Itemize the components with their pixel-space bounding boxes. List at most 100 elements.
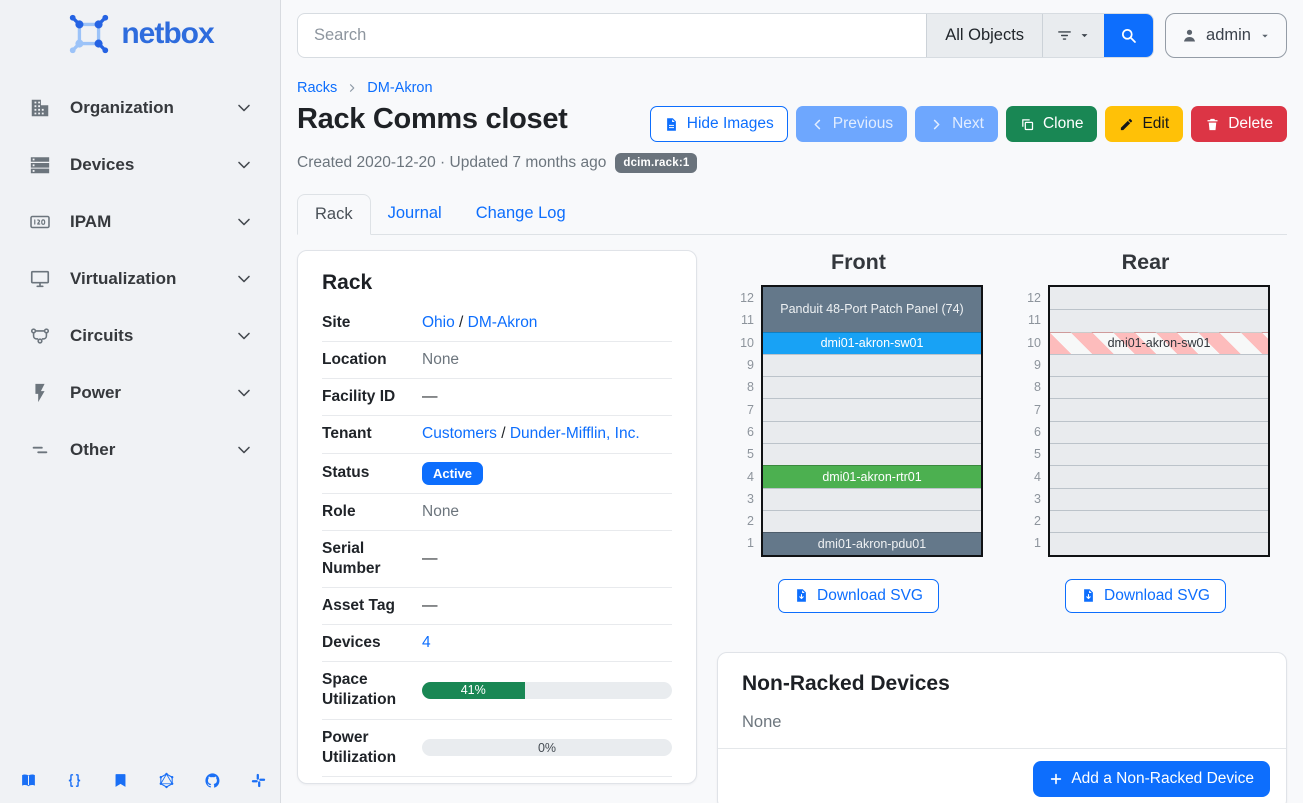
rack-unit-device[interactable]: dmi01-akron-pdu01 <box>763 532 981 554</box>
chevron-down-icon <box>234 326 254 346</box>
field-value: — <box>422 388 438 405</box>
chevron-down-icon <box>234 383 254 403</box>
rack-unit-empty[interactable] <box>763 398 981 420</box>
unit-number: 3 <box>734 488 754 510</box>
tab-journal[interactable]: Journal <box>371 194 459 235</box>
action-buttons: Hide Images Previous Next Clone Edit Del… <box>650 106 1287 142</box>
all-objects-button[interactable]: All Objects <box>926 14 1042 57</box>
chevron-right-icon <box>929 117 944 132</box>
hide-images-label: Hide Images <box>687 115 774 133</box>
rack-unit-device[interactable]: dmi01-akron-sw01 <box>1050 332 1268 354</box>
github-icon[interactable] <box>204 772 221 789</box>
download-svg-label: Download SVG <box>1104 587 1210 605</box>
sidebar-item-circuits[interactable]: Circuits <box>0 307 280 364</box>
bookmark-icon[interactable] <box>112 772 129 789</box>
unit-numbers: 121110987654321 <box>734 285 754 557</box>
rack-unit-empty[interactable] <box>763 510 981 532</box>
rack-unit-empty[interactable] <box>1050 510 1268 532</box>
graphql-icon[interactable] <box>158 772 175 789</box>
rack-unit-device[interactable]: Panduit 48-Port Patch Panel (74) <box>763 287 981 332</box>
add-non-racked-device-button[interactable]: Add a Non-Racked Device <box>1033 761 1270 797</box>
field-link[interactable]: Dunder-Mifflin, Inc. <box>510 425 640 442</box>
rack-unit-device[interactable]: dmi01-akron-sw01 <box>763 332 981 354</box>
rack-unit-empty[interactable] <box>1050 465 1268 487</box>
rack-unit-empty[interactable] <box>1050 532 1268 554</box>
breadcrumb: Racks DM-Akron <box>297 80 1287 96</box>
field-label: Serial Number <box>322 530 414 587</box>
rack-unit-empty[interactable] <box>763 443 981 465</box>
unit-number: 10 <box>734 332 754 354</box>
field-row: Space Utilization41% <box>322 662 672 719</box>
rack-unit-empty[interactable] <box>763 421 981 443</box>
clone-button[interactable]: Clone <box>1006 106 1098 142</box>
ipam-counter-icon <box>29 211 51 233</box>
tab-rack[interactable]: Rack <box>297 194 371 235</box>
netbox-logo[interactable]: netbox <box>0 0 280 63</box>
previous-button[interactable]: Previous <box>796 106 907 142</box>
field-link[interactable]: DM-Akron <box>468 314 538 331</box>
rack-unit-empty[interactable] <box>1050 488 1268 510</box>
tab-change-log[interactable]: Change Log <box>459 194 583 235</box>
unit-number: 11 <box>734 309 754 331</box>
code-braces-icon[interactable] <box>66 772 83 789</box>
breadcrumb-link[interactable]: DM-Akron <box>367 80 432 96</box>
clone-label: Clone <box>1043 115 1084 133</box>
rack-unit-empty[interactable] <box>763 354 981 376</box>
hide-images-button[interactable]: Hide Images <box>650 106 788 142</box>
rack-unit-empty[interactable] <box>1050 287 1268 309</box>
rack-unit-device[interactable]: dmi01-akron-rtr01 <box>763 465 981 487</box>
next-button[interactable]: Next <box>915 106 998 142</box>
edit-button[interactable]: Edit <box>1105 106 1183 142</box>
sidebar-footer-links <box>20 772 267 789</box>
filter-button[interactable] <box>1042 14 1104 57</box>
rack-unit-empty[interactable] <box>1050 421 1268 443</box>
file-image-icon <box>664 117 679 132</box>
rack-unit-empty[interactable] <box>1050 376 1268 398</box>
netbox-logo-text: netbox <box>121 17 213 51</box>
trash-icon <box>1205 117 1220 132</box>
rack-unit-empty[interactable] <box>1050 354 1268 376</box>
sidebar-item-ipam[interactable]: IPAM <box>0 193 280 250</box>
rack-unit-empty[interactable] <box>763 376 981 398</box>
global-search: All Objects <box>297 13 1154 58</box>
download-svg-button[interactable]: Download SVG <box>1065 579 1226 613</box>
rack-unit-empty[interactable] <box>1050 443 1268 465</box>
user-menu-button[interactable]: admin <box>1165 13 1287 58</box>
slack-icon[interactable] <box>250 772 267 789</box>
rack-unit-empty[interactable] <box>1050 309 1268 331</box>
rack-unit-empty[interactable] <box>763 488 981 510</box>
power-utilization-label: 0% <box>422 739 672 756</box>
delete-button[interactable]: Delete <box>1191 106 1287 142</box>
field-label: Location <box>322 342 414 379</box>
title-row: Rack Comms closet Hide Images Previous N… <box>297 103 1287 142</box>
rack-unit-empty[interactable] <box>1050 398 1268 420</box>
unit-number: 3 <box>1021 488 1041 510</box>
chevron-down-icon <box>234 155 254 175</box>
next-label: Next <box>952 115 984 133</box>
unit-number: 1 <box>734 532 754 554</box>
field-link[interactable]: Customers <box>422 425 497 442</box>
sidebar-item-devices[interactable]: Devices <box>0 136 280 193</box>
search-button[interactable] <box>1104 14 1153 57</box>
unit-number: 8 <box>1021 376 1041 398</box>
search-input[interactable] <box>298 14 926 57</box>
sidebar-item-power[interactable]: Power <box>0 364 280 421</box>
sidebar-item-other[interactable]: Other <box>0 421 280 478</box>
field-row: SiteOhio / DM-Akron <box>322 305 672 342</box>
chevron-left-icon <box>810 117 825 132</box>
elevation-front-title: Front <box>831 250 886 275</box>
book-open-icon[interactable] <box>20 772 37 789</box>
sidebar-item-label: Virtualization <box>70 269 234 289</box>
sidebar-item-virtualization[interactable]: Virtualization <box>0 250 280 307</box>
non-racked-title: Non-Racked Devices <box>742 672 1262 696</box>
unit-number: 12 <box>734 287 754 309</box>
sidebar-item-organization[interactable]: Organization <box>0 79 280 136</box>
field-link[interactable]: Ohio <box>422 314 455 331</box>
field-link[interactable]: 4 <box>422 634 431 651</box>
chevron-down-icon <box>234 440 254 460</box>
unit-number: 1 <box>1021 532 1041 554</box>
breadcrumb-link[interactable]: Racks <box>297 80 337 96</box>
caret-down-icon <box>1078 29 1091 42</box>
download-svg-button[interactable]: Download SVG <box>778 579 939 613</box>
add-non-racked-device-label: Add a Non-Racked Device <box>1071 770 1254 788</box>
